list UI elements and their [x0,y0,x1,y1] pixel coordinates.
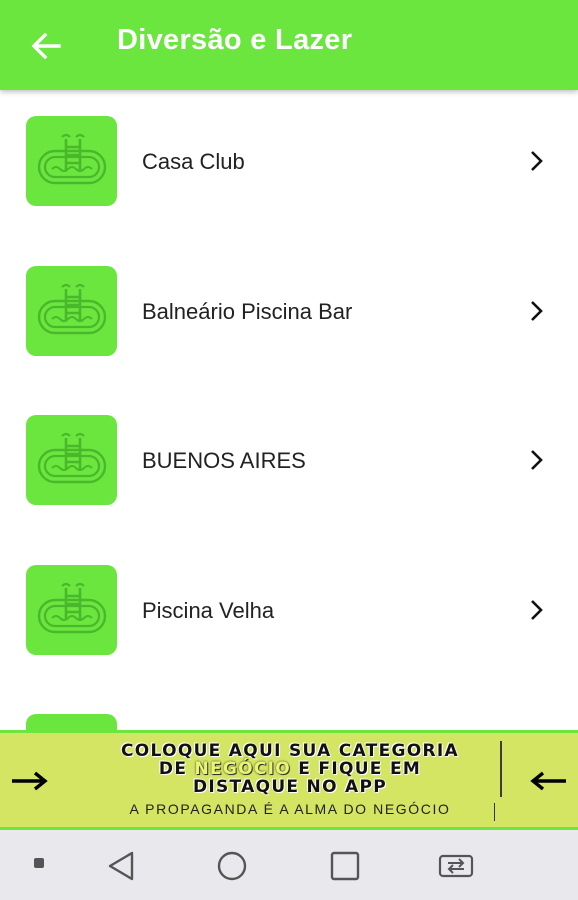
list-item-partial[interactable] [0,714,578,730]
list-item[interactable]: Balneário Piscina Bar [0,265,578,416]
chevron-right-icon [525,448,549,472]
list-item[interactable]: BUENOS AIRES [0,415,578,565]
list-item-label: Casa Club [142,149,245,174]
system-navigation-bar [0,830,578,900]
home-circle-icon[interactable] [216,850,248,882]
list-item[interactable]: Casa Club [0,116,578,266]
pool-ladder-icon [26,564,117,655]
list-item-label: Piscina Velha [142,597,275,623]
chevron-right-icon [525,149,549,173]
back-button[interactable] [26,26,66,66]
pool-ladder-icon [26,265,117,356]
business-list: Casa Club Balneário Piscina Bar BUENOS A… [0,90,578,730]
banner-highlight: NEGÓCIO [194,759,292,779]
list-item-label: Balneário Piscina Bar [142,298,353,324]
chevron-right-icon [525,299,549,323]
banner-divider [500,741,502,797]
rotate-icon[interactable] [437,850,475,882]
banner-text: E FIQUE EM [298,759,422,779]
pool-ladder-icon [26,116,117,206]
chevron-right-icon [525,598,549,622]
text-cursor [494,803,495,821]
banner-headline-2: DE NEGÓCIO E FIQUE EM [84,759,496,779]
ad-banner[interactable]: COLOQUE AQUI SUA CATEGORIA DE NEGÓCIO E … [0,730,578,830]
arrow-left-icon [31,33,61,59]
list-item[interactable]: Piscina Velha [0,564,578,715]
banner-headline-3: DISTAQUE NO APP [192,777,388,797]
list-item-label: BUENOS AIRES [142,448,306,473]
banner-subtitle: A PROPAGANDA É A ALMA DO NEGÓCIO [129,801,451,817]
recents-square-icon[interactable] [329,850,361,882]
banner-headline-1: COLOQUE AQUI SUA CATEGORIA [121,741,459,761]
back-triangle-icon[interactable] [106,850,136,882]
pool-ladder-icon [26,415,117,505]
arrow-left-icon [530,771,566,791]
app-header: Diversão e Lazer [0,0,578,90]
pool-ladder-icon [26,714,117,730]
arrow-right-icon [12,771,48,791]
dot-icon[interactable] [34,858,44,868]
page-title: Diversão e Lazer [117,24,353,56]
banner-text: DE [158,759,188,779]
